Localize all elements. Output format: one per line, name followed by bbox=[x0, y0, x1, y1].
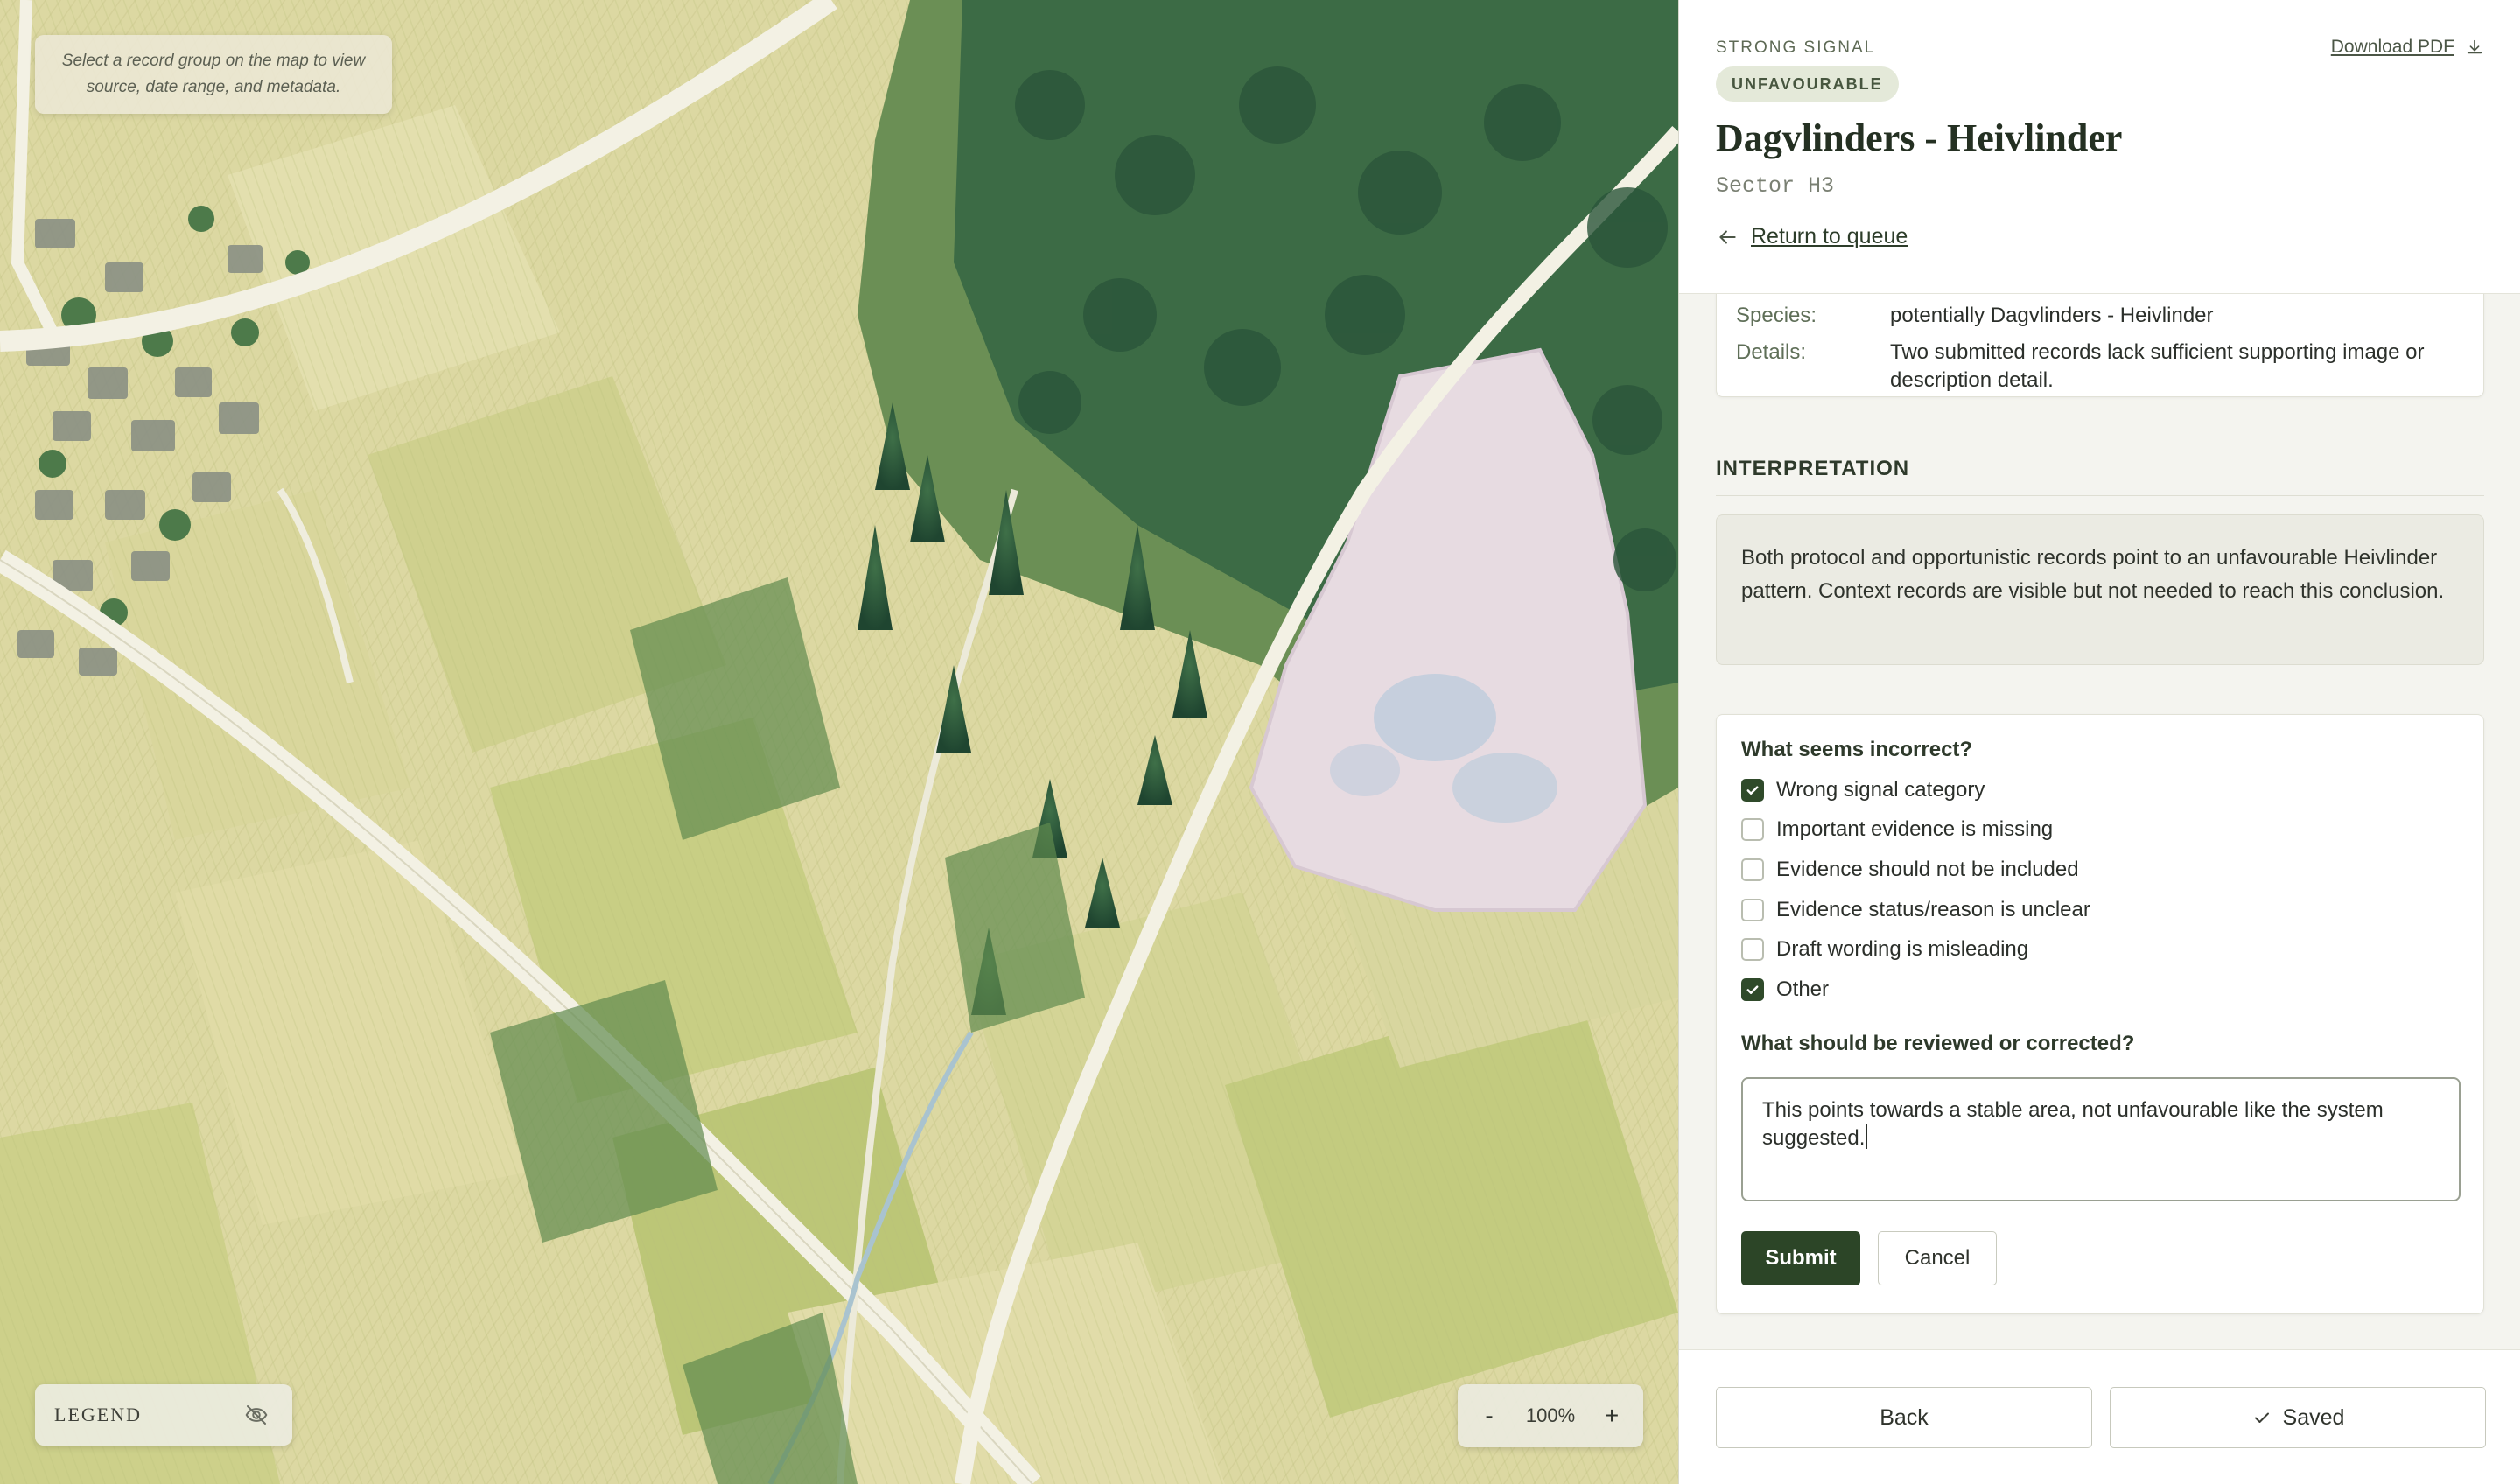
text-caret bbox=[1866, 1124, 1868, 1149]
check-icon bbox=[2254, 1412, 2269, 1423]
interpretation-text: Both protocol and opportunistic records … bbox=[1741, 546, 2445, 603]
meta-value: potentially Dagvlinders - Heivlinder bbox=[1890, 304, 2214, 327]
option-other[interactable]: Other bbox=[1741, 977, 1829, 1002]
checkbox-checked[interactable] bbox=[1741, 779, 1764, 802]
saved-button[interactable]: Saved bbox=[2110, 1387, 2486, 1448]
zoom-level: 100% bbox=[1525, 1404, 1576, 1426]
option-label: Evidence status/reason is unclear bbox=[1776, 898, 2090, 921]
panel-scroll-area[interactable]: Species: potentially Dagvlinders - Heivl… bbox=[1679, 294, 2520, 1349]
sector-label: Sector H3 bbox=[1716, 173, 1835, 199]
detail-panel: STRONG SIGNAL Download PDF UNFAVOURABLE … bbox=[1678, 0, 2520, 1484]
meta-row-species: Species: potentially Dagvlinders - Heivl… bbox=[1736, 302, 2485, 330]
interpretation-box: Both protocol and opportunistic records … bbox=[1716, 514, 2484, 665]
zoom-in-button[interactable]: + bbox=[1596, 1402, 1628, 1430]
panel-footer: Back Saved bbox=[1679, 1349, 2520, 1484]
meta-value: Two submitted records lack sufficient su… bbox=[1890, 340, 2425, 392]
correction-textarea[interactable]: This points towards a stable area, not u… bbox=[1741, 1077, 2460, 1201]
page-title: Dagvlinders - Heivlinder bbox=[1716, 116, 2123, 159]
option-draft-wording-misleading[interactable]: Draft wording is misleading bbox=[1741, 937, 2028, 962]
option-label: Other bbox=[1776, 977, 1830, 1001]
legend-label: LEGEND bbox=[54, 1404, 142, 1425]
option-evidence-not-included[interactable]: Evidence should not be included bbox=[1741, 858, 2079, 882]
return-to-queue-label: Return to queue bbox=[1751, 224, 1908, 248]
check-icon bbox=[1746, 985, 1759, 994]
divider bbox=[1716, 495, 2484, 496]
feedback-question: What seems incorrect? bbox=[1741, 738, 1973, 761]
arrow-left-icon bbox=[1719, 230, 1736, 243]
back-button[interactable]: Back bbox=[1716, 1387, 2092, 1448]
eye-off-icon[interactable] bbox=[243, 1402, 270, 1428]
checkbox-checked[interactable] bbox=[1741, 978, 1764, 1001]
return-to-queue-link[interactable]: Return to queue bbox=[1716, 224, 1908, 249]
legend-toggle[interactable]: LEGEND bbox=[35, 1384, 292, 1446]
option-wrong-signal-category[interactable]: Wrong signal category bbox=[1741, 778, 1984, 802]
checkbox[interactable] bbox=[1741, 818, 1764, 841]
panel-header: STRONG SIGNAL Download PDF UNFAVOURABLE … bbox=[1679, 0, 2520, 294]
correction-label: What should be reviewed or corrected? bbox=[1741, 1032, 2135, 1055]
download-icon bbox=[2467, 39, 2482, 54]
option-label: Important evidence is missing bbox=[1776, 817, 2054, 841]
interpretation-heading: INTERPRETATION bbox=[1716, 457, 1910, 480]
checkbox[interactable] bbox=[1741, 858, 1764, 881]
check-icon bbox=[1746, 786, 1759, 794]
option-label: Draft wording is misleading bbox=[1776, 937, 2029, 961]
signal-strength-label: STRONG SIGNAL bbox=[1716, 38, 1876, 57]
meta-row-details: Details: Two submitted records lack suff… bbox=[1736, 339, 2485, 395]
option-label: Evidence should not be included bbox=[1776, 858, 2079, 881]
submit-button[interactable]: Submit bbox=[1741, 1231, 1860, 1285]
cancel-button[interactable]: Cancel bbox=[1878, 1231, 1997, 1285]
map-hint-text: Select a record group on the map to view… bbox=[61, 52, 366, 96]
metadata-card: Species: potentially Dagvlinders - Heivl… bbox=[1716, 294, 2484, 397]
download-pdf-label: Download PDF bbox=[2330, 37, 2454, 57]
meta-key: Species: bbox=[1736, 304, 1817, 327]
zoom-control: - 100% + bbox=[1458, 1384, 1643, 1447]
correction-text: This points towards a stable area, not u… bbox=[1762, 1098, 2384, 1150]
checkbox[interactable] bbox=[1741, 938, 1764, 961]
option-important-evidence-missing[interactable]: Important evidence is missing bbox=[1741, 817, 2053, 842]
option-label: Wrong signal category bbox=[1776, 778, 1985, 802]
zoom-out-button[interactable]: - bbox=[1474, 1402, 1505, 1430]
feedback-form: What seems incorrect? Wrong signal categ… bbox=[1716, 714, 2484, 1314]
option-evidence-status-unclear[interactable]: Evidence status/reason is unclear bbox=[1741, 898, 2090, 922]
status-badge: UNFAVOURABLE bbox=[1716, 66, 1899, 102]
checkbox[interactable] bbox=[1741, 899, 1764, 921]
map-terrain[interactable] bbox=[0, 0, 1678, 1484]
download-pdf-link[interactable]: Download PDF bbox=[2331, 37, 2484, 58]
back-label: Back bbox=[1880, 1404, 1928, 1430]
map-view[interactable]: Select a record group on the map to view… bbox=[0, 0, 1678, 1484]
meta-key: Details: bbox=[1736, 340, 1807, 364]
map-hint: Select a record group on the map to view… bbox=[35, 35, 392, 114]
saved-label: Saved bbox=[2282, 1404, 2345, 1430]
